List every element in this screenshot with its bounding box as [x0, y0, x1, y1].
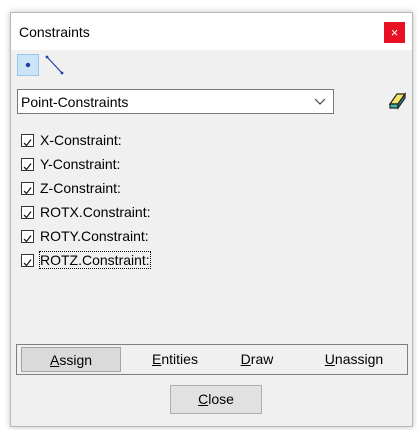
- close-icon: ×: [390, 25, 399, 40]
- checkbox-roty[interactable]: [21, 230, 34, 243]
- line-select-button[interactable]: [43, 54, 65, 76]
- draw-label: Draw: [240, 351, 274, 367]
- draw-button[interactable]: Draw: [227, 347, 287, 372]
- entities-mnemonic: E: [152, 351, 162, 367]
- constraint-row-rotz[interactable]: ROTZ.Constraint:: [21, 251, 261, 275]
- constraint-label: ROTX.Constraint:: [40, 204, 151, 220]
- checkbox-z[interactable]: [21, 182, 34, 195]
- constraints-dialog: Constraints × Point-Constraints X-Constr…: [10, 12, 413, 427]
- constraint-row-y[interactable]: Y-Constraint:: [21, 155, 261, 179]
- constraint-row-z[interactable]: Z-Constraint:: [21, 179, 261, 203]
- checkbox-x[interactable]: [21, 134, 34, 147]
- close-window-button[interactable]: ×: [384, 22, 405, 43]
- entities-button[interactable]: Entities: [135, 347, 215, 372]
- unassign-label: Unassign: [324, 351, 384, 367]
- constraint-row-x[interactable]: X-Constraint:: [21, 131, 261, 155]
- constraint-label: Y-Constraint:: [40, 156, 121, 172]
- constraint-label: X-Constraint:: [40, 132, 122, 148]
- constraint-label: ROTZ.Constraint:: [39, 251, 151, 269]
- eraser-icon: [388, 92, 407, 110]
- check-icon: [23, 259, 32, 267]
- check-icon: [23, 211, 32, 219]
- draw-mnemonic: D: [240, 351, 251, 367]
- title-bar: Constraints ×: [11, 13, 412, 50]
- point-select-icon: [25, 62, 31, 68]
- checkbox-y[interactable]: [21, 158, 34, 171]
- constraint-label: ROTY.Constraint:: [40, 228, 149, 244]
- entities-label: Entities: [152, 351, 198, 367]
- point-select-button[interactable]: [17, 54, 39, 76]
- checkbox-rotx[interactable]: [21, 206, 34, 219]
- action-bar: Assign Entities Draw Unassign: [16, 344, 408, 375]
- assign-mnemonic: A: [49, 352, 60, 368]
- close-button[interactable]: Close: [170, 385, 262, 414]
- line-select-icon: [45, 55, 64, 75]
- assign-button[interactable]: Assign: [21, 347, 121, 372]
- constraint-type-value: Point-Constraints: [21, 94, 129, 110]
- assign-label: Assign: [49, 352, 93, 368]
- entity-toolbar: [17, 54, 77, 76]
- window-title: Constraints: [19, 24, 90, 40]
- checkbox-rotz[interactable]: [21, 254, 34, 267]
- eraser-button[interactable]: [387, 90, 407, 110]
- constraint-label: Z-Constraint:: [40, 180, 121, 196]
- constraint-row-roty[interactable]: ROTY.Constraint:: [21, 227, 261, 251]
- close-label: Close: [198, 391, 234, 407]
- check-icon: [23, 187, 32, 195]
- constraint-type-select[interactable]: Point-Constraints: [17, 89, 334, 114]
- close-mnemonic: C: [198, 391, 209, 407]
- constraint-checkbox-list: X-Constraint: Y-Constraint: Z-Constraint…: [21, 131, 261, 275]
- check-icon: [23, 163, 32, 171]
- check-icon: [23, 139, 32, 147]
- check-icon: [23, 235, 32, 243]
- chevron-down-icon: [314, 98, 326, 105]
- unassign-mnemonic: U: [324, 351, 335, 367]
- unassign-button[interactable]: Unassign: [307, 347, 401, 372]
- constraint-row-rotx[interactable]: ROTX.Constraint:: [21, 203, 261, 227]
